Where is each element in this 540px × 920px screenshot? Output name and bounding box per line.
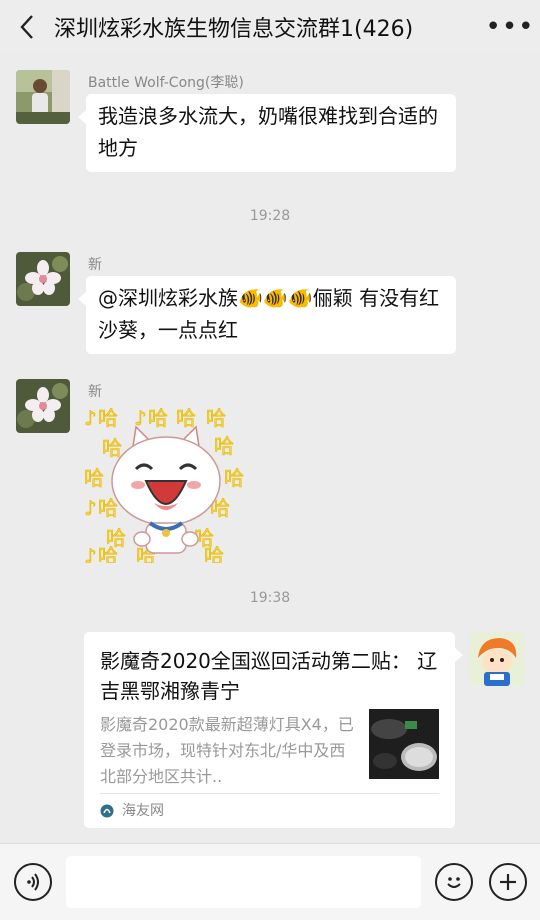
timestamp: 19:38 (249, 590, 291, 606)
cartoon-avatar[interactable] (470, 632, 524, 686)
card-source: 海友网 (122, 803, 164, 819)
more-dots-icon: ••• (485, 12, 535, 42)
card-footer: 海友网 (100, 793, 439, 828)
source-logo-icon (100, 804, 114, 818)
message-text: 我造浪多水流大，奶嘴很难找到合适的地方 (98, 104, 438, 160)
svg-text:哈: 哈 (102, 436, 122, 460)
chat-screen: 深圳炫彩水族生物信息交流群1(426) ••• Battle Wolf-Cong… (0, 0, 540, 920)
card-description: 影魔奇2020款最新超薄灯具X4，已登录市场，现特针对东北/华中及西北部分地区共… (100, 715, 354, 786)
chevron-left-icon (20, 15, 33, 39)
emoji-icon (447, 877, 461, 888)
flower-photo-avatar[interactable] (16, 379, 70, 433)
link-card[interactable]: 影魔奇2020全国巡回活动第二贴： 辽吉黑鄂湘豫青宁 影魔奇2020款最新超薄灯… (84, 632, 463, 828)
plus-icon (500, 874, 516, 890)
svg-text:哈: 哈 (98, 544, 118, 563)
sender-name: 新 (88, 257, 102, 273)
svg-text:哈: 哈 (98, 406, 118, 430)
sender-name: Battle Wolf-Cong(李聪) (88, 75, 244, 91)
back-button[interactable] (0, 0, 54, 54)
chat-header: 深圳炫彩水族生物信息交流群1(426) ••• (0, 0, 540, 54)
svg-text:♪: ♪ (84, 496, 97, 520)
laughing-cat-sticker[interactable]: ♪ 哈 ♪ 哈哈哈 哈哈 哈哈 ♪ 哈哈 哈哈 ♪ 哈哈哈 (84, 403, 248, 569)
person-photo-avatar[interactable] (16, 70, 70, 124)
svg-text:♪: ♪ (84, 406, 97, 430)
svg-text:哈: 哈 (148, 406, 168, 430)
svg-text:哈: 哈 (98, 496, 118, 520)
message-input[interactable] (66, 856, 421, 908)
sender-name: 新 (88, 384, 102, 400)
message-bubble[interactable]: @深圳炫彩水族🐠🐠🐠俪颖 有没有红沙葵，一点点红 (78, 276, 456, 354)
voice-icon (27, 873, 39, 891)
card-title: 影魔奇2020全国巡回活动第二贴： 辽吉黑鄂湘豫青宁 (100, 649, 438, 703)
more-button[interactable]: ••• (480, 0, 540, 54)
input-bar (0, 843, 540, 920)
chat-title: 深圳炫彩水族生物信息交流群1(426) (54, 17, 414, 42)
svg-text:♪: ♪ (84, 544, 97, 563)
message-bubble[interactable]: 我造浪多水流大，奶嘴很难找到合适的地方 (78, 94, 456, 172)
timestamp: 19:28 (249, 208, 291, 224)
svg-text:哈: 哈 (224, 466, 244, 490)
emoji-button[interactable] (435, 863, 473, 901)
voice-button[interactable] (14, 863, 52, 901)
plus-button[interactable] (489, 863, 527, 901)
svg-text:哈: 哈 (206, 406, 226, 430)
svg-text:哈: 哈 (84, 466, 104, 490)
card-thumbnail (369, 709, 439, 779)
svg-text:哈: 哈 (214, 434, 234, 458)
svg-text:哈: 哈 (204, 544, 224, 563)
message-text: @深圳炫彩水族🐠🐠🐠俪颖 有没有红沙葵，一点点红 (98, 286, 440, 342)
flower-photo-avatar[interactable] (16, 252, 70, 306)
svg-text:哈: 哈 (176, 406, 196, 430)
